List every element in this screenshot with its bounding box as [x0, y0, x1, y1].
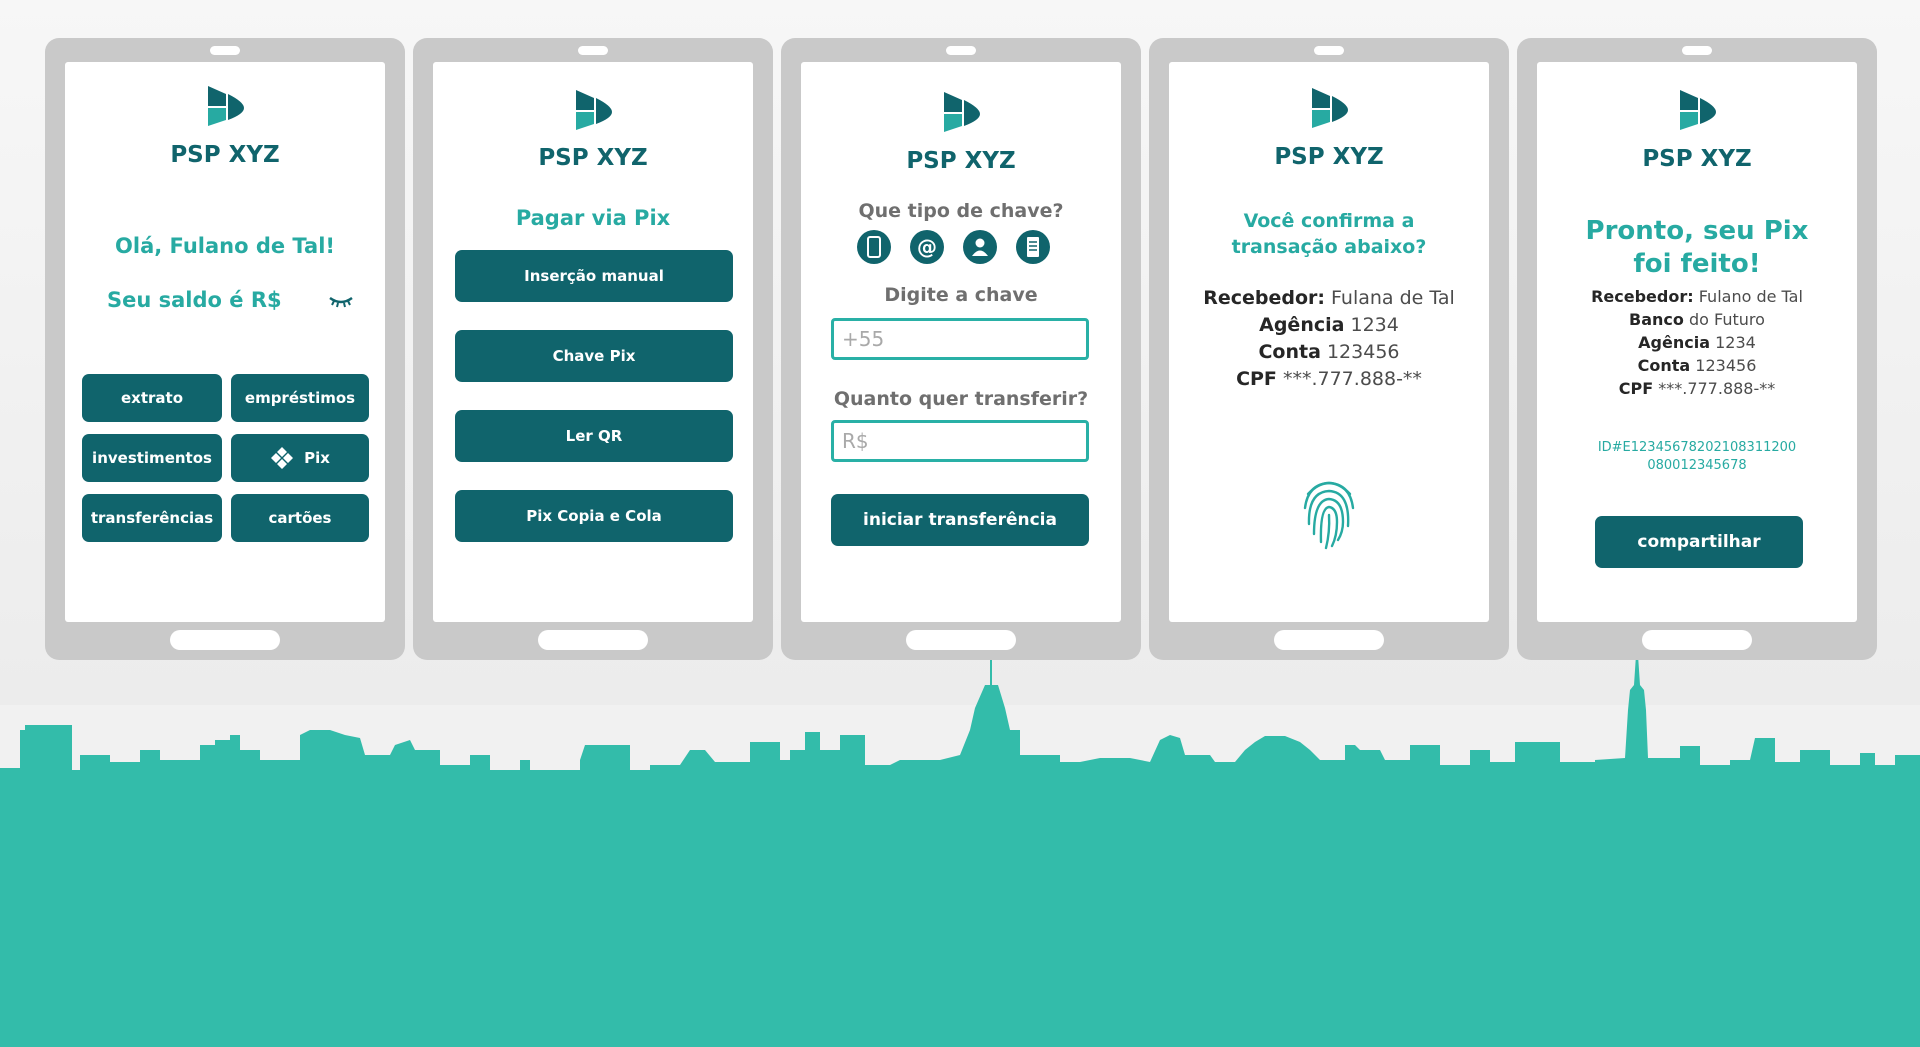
- cpf-row: CPF ***.777.888-**: [1537, 379, 1857, 398]
- home-button[interactable]: [1274, 630, 1384, 650]
- hide-balance-eye-icon[interactable]: [328, 294, 354, 308]
- account-row: Conta 123456: [1537, 356, 1857, 375]
- read-qr-button[interactable]: Ler QR: [455, 410, 733, 462]
- random-key-button[interactable]: [1016, 230, 1050, 264]
- brand-logo-icon: [208, 86, 244, 126]
- phone-3-transfer-form: PSP XYZ Que tipo de chave? @ Digite a ch…: [781, 38, 1141, 660]
- account-label: Conta: [1258, 341, 1321, 363]
- success-title-line1: Pronto, seu Pix: [1585, 216, 1809, 246]
- phone-key-button[interactable]: [857, 230, 891, 264]
- brand-name: PSP XYZ: [1642, 146, 1752, 172]
- brand-logo-icon: [1312, 88, 1348, 128]
- receiver-label: Recebedor:: [1203, 287, 1325, 309]
- pix-icon: [271, 447, 294, 469]
- brand-logo-icon: [576, 90, 612, 130]
- start-transfer-button[interactable]: iniciar transferência: [831, 494, 1089, 546]
- transaction-id-line1: ID#E12345678202108311200: [1597, 440, 1797, 455]
- account-value: 123456: [1695, 356, 1757, 375]
- receiver-label: Recebedor:: [1591, 287, 1694, 306]
- pix-button-label: Pix: [304, 449, 330, 467]
- brand-logo-icon: [1680, 90, 1716, 130]
- cpf-value: ***.777.888-**: [1282, 368, 1422, 390]
- phone-1-home: PSP XYZ Olá, Fulano de Tal! Seu saldo é …: [45, 38, 405, 660]
- screen-home: PSP XYZ Olá, Fulano de Tal! Seu saldo é …: [65, 62, 385, 622]
- agency-row: Agência 1234: [1169, 314, 1489, 336]
- home-button[interactable]: [170, 630, 280, 650]
- amount-input[interactable]: R$: [831, 420, 1089, 462]
- agency-label: Agência: [1638, 333, 1711, 352]
- cpf-label: CPF: [1236, 368, 1277, 390]
- city-skyline: [0, 652, 1920, 1047]
- phone-icon: [867, 236, 881, 258]
- pix-button[interactable]: Pix: [231, 434, 369, 482]
- agency-value: 1234: [1715, 333, 1756, 352]
- account-value: 123456: [1326, 341, 1400, 363]
- fingerprint-icon[interactable]: [1300, 474, 1358, 550]
- balance-label: Seu saldo é R$: [107, 288, 282, 312]
- receiver-row: Recebedor: Fulana de Tal: [1169, 287, 1489, 309]
- speaker: [1682, 46, 1712, 55]
- bank-row: Banco do Futuro: [1537, 310, 1857, 329]
- account-label: Conta: [1637, 356, 1691, 375]
- speaker: [578, 46, 608, 55]
- success-title-line2: foi feito!: [1633, 249, 1761, 279]
- phone-4-confirm: PSP XYZ Você confirma a transação abaixo…: [1149, 38, 1509, 660]
- receiver-value: Fulano de Tal: [1698, 287, 1803, 306]
- person-icon: [972, 238, 988, 256]
- share-button[interactable]: compartilhar: [1595, 516, 1803, 568]
- agency-row: Agência 1234: [1537, 333, 1857, 352]
- key-type-question: Que tipo de chave?: [858, 200, 1064, 222]
- pix-key-button[interactable]: Chave Pix: [455, 330, 733, 382]
- at-icon: @: [917, 235, 937, 259]
- home-button[interactable]: [906, 630, 1016, 650]
- investimentos-button[interactable]: investimentos: [82, 434, 222, 482]
- phone-2-pix-menu: PSP XYZ Pagar via Pix Inserção manual Ch…: [413, 38, 773, 660]
- confirm-title-line2: transação abaixo?: [1231, 236, 1427, 258]
- agency-label: Agência: [1259, 314, 1345, 336]
- email-key-button[interactable]: @: [910, 230, 944, 264]
- pix-key-input[interactable]: +55: [831, 318, 1089, 360]
- document-icon: [1027, 237, 1039, 257]
- speaker: [1314, 46, 1344, 55]
- brand-name: PSP XYZ: [1274, 144, 1384, 170]
- emprestimos-button[interactable]: empréstimos: [231, 374, 369, 422]
- cpf-key-button[interactable]: [963, 230, 997, 264]
- screen-transfer-form: PSP XYZ Que tipo de chave? @ Digite a ch…: [801, 62, 1121, 622]
- speaker: [210, 46, 240, 55]
- key-label: Digite a chave: [884, 284, 1038, 306]
- pix-title: Pagar via Pix: [515, 206, 671, 230]
- agency-value: 1234: [1350, 314, 1399, 336]
- cartoes-button[interactable]: cartões: [231, 494, 369, 542]
- receiver-row: Recebedor: Fulano de Tal: [1537, 287, 1857, 306]
- bank-value: do Futuro: [1689, 310, 1765, 329]
- screen-success: PSP XYZ Pronto, seu Pix foi feito! Receb…: [1537, 62, 1857, 622]
- amount-label: Quanto quer transferir?: [833, 388, 1089, 410]
- phone-5-success: PSP XYZ Pronto, seu Pix foi feito! Receb…: [1517, 38, 1877, 660]
- brand-name: PSP XYZ: [538, 145, 648, 171]
- screen-pix-menu: PSP XYZ Pagar via Pix Inserção manual Ch…: [433, 62, 753, 622]
- pix-copy-paste-button[interactable]: Pix Copia e Cola: [455, 490, 733, 542]
- account-row: Conta 123456: [1169, 341, 1489, 363]
- confirm-title-line1: Você confirma a: [1243, 210, 1415, 232]
- bank-label: Banco: [1629, 310, 1684, 329]
- greeting: Olá, Fulano de Tal!: [115, 234, 335, 258]
- transaction-id-line2: 080012345678: [1647, 458, 1747, 473]
- receiver-value: Fulana de Tal: [1331, 287, 1455, 309]
- brand-name: PSP XYZ: [170, 142, 280, 168]
- transferencias-button[interactable]: transferências: [82, 494, 222, 542]
- speaker: [946, 46, 976, 55]
- brand-logo-icon: [944, 92, 980, 132]
- home-button[interactable]: [538, 630, 648, 650]
- manual-entry-button[interactable]: Inserção manual: [455, 250, 733, 302]
- screen-confirm: PSP XYZ Você confirma a transação abaixo…: [1169, 62, 1489, 622]
- home-button[interactable]: [1642, 630, 1752, 650]
- extrato-button[interactable]: extrato: [82, 374, 222, 422]
- cpf-value: ***.777.888-**: [1658, 379, 1776, 398]
- brand-name: PSP XYZ: [906, 148, 1016, 174]
- cpf-label: CPF: [1618, 379, 1654, 398]
- cpf-row: CPF ***.777.888-**: [1169, 368, 1489, 390]
